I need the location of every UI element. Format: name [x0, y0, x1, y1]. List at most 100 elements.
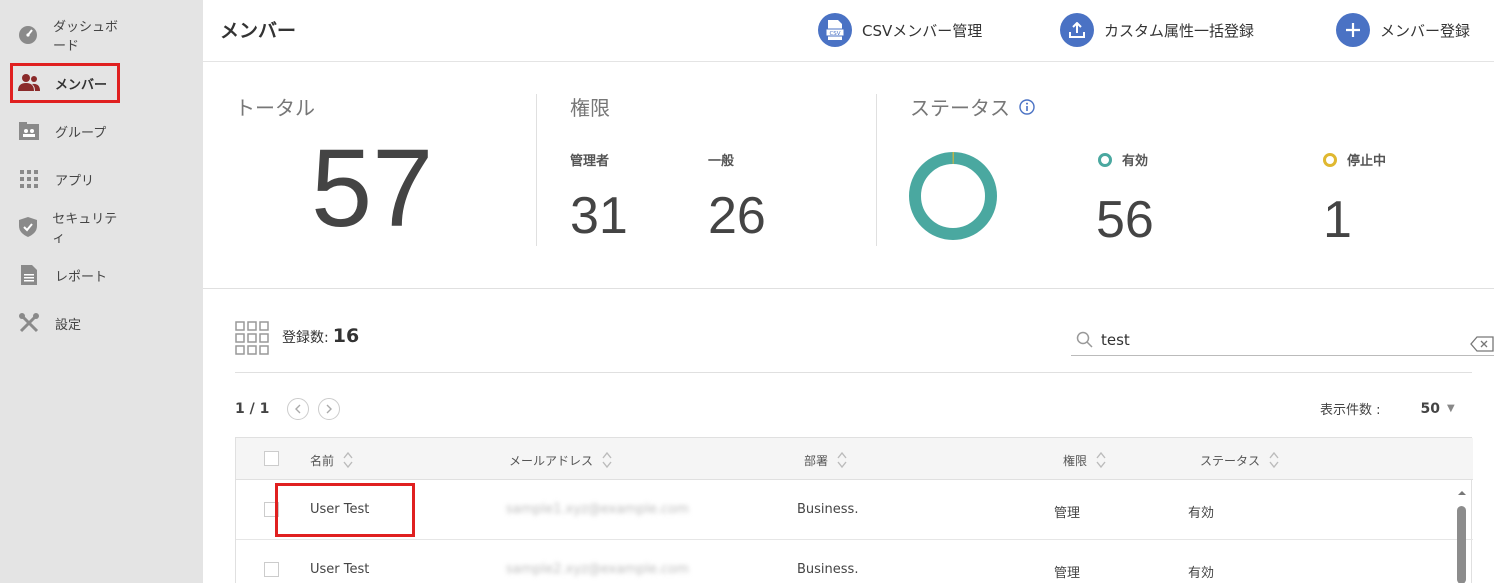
status-label: ステータス	[910, 96, 1010, 120]
add-member-label: メンバー登録	[1380, 21, 1471, 40]
sidebar-item-settings[interactable]: 設定	[10, 303, 120, 343]
sidebar-item-label: アプリ	[55, 173, 95, 189]
sort-icon	[342, 451, 354, 469]
clear-search-icon[interactable]	[1470, 335, 1494, 352]
member-email: sample1.xyz@example.com	[506, 502, 689, 517]
member-status: 有効	[1188, 566, 1215, 581]
status-donut-chart	[909, 152, 997, 240]
active-legend: 有効	[1098, 150, 1148, 169]
sidebar-item-label: セキュリティ	[52, 212, 118, 246]
sidebar-item-security[interactable]: セキュリティ	[10, 207, 120, 247]
active-label: 有効	[1122, 154, 1149, 169]
divider	[536, 94, 537, 246]
search-input[interactable]	[1101, 330, 1431, 349]
divider	[235, 372, 1472, 373]
col-status[interactable]: ステータス	[1200, 451, 1280, 469]
search-icon	[1076, 331, 1093, 348]
tools-icon	[18, 312, 40, 334]
donut-active-ring	[909, 152, 997, 240]
col-email[interactable]: メールアドレス	[509, 451, 613, 469]
registered-count-label: 登録数:	[282, 330, 329, 346]
col-name-label: 名前	[310, 453, 335, 468]
highlight-box	[275, 483, 415, 537]
caret-down-icon: ▼	[1447, 403, 1455, 414]
dashboard-icon	[18, 24, 38, 46]
scroll-up-icon[interactable]	[1454, 488, 1470, 498]
total-label: トータル	[235, 96, 315, 120]
csv-icon: CSV	[818, 13, 852, 47]
sidebar-item-dashboard[interactable]: ダッシュボード	[10, 15, 120, 55]
sort-icon	[1095, 451, 1107, 469]
sort-icon	[836, 451, 848, 469]
add-member-button[interactable]: メンバー登録	[1336, 12, 1470, 48]
per-page-selector[interactable]: 表示件数 : 50 ▼	[1320, 399, 1455, 419]
custom-attr-upload-button[interactable]: カスタム属性一括登録	[1060, 12, 1254, 48]
sidebar-item-label: メンバー	[55, 77, 108, 93]
custom-attr-upload-label: カスタム属性一括登録	[1104, 21, 1255, 40]
table-row[interactable]: User Test sample1.xyz@example.com Busine…	[236, 480, 1473, 540]
members-icon	[18, 72, 40, 94]
sort-icon	[601, 451, 613, 469]
member-department: Business.	[797, 562, 859, 577]
col-role[interactable]: 権限	[1063, 451, 1107, 469]
total-value: 57	[311, 127, 434, 250]
admin-value: 31	[570, 187, 628, 245]
scrollbar-thumb[interactable]	[1457, 506, 1466, 583]
sidebar-item-apps[interactable]: アプリ	[10, 159, 120, 199]
stats-panel: トータル 57 権限 管理者 31 一般 26 ステータス 有効 56 停止中 …	[203, 62, 1494, 289]
col-email-label: メールアドレス	[509, 453, 594, 468]
sidebar-item-members[interactable]: メンバー	[10, 63, 120, 103]
members-table: 名前 メールアドレス 部署 権限 ステータス User Test sample1…	[235, 437, 1473, 583]
csv-member-label: CSVメンバー管理	[862, 21, 983, 40]
sidebar-item-groups[interactable]: グループ	[10, 111, 120, 151]
general-label: 一般	[708, 154, 735, 169]
upload-icon	[1060, 13, 1094, 47]
pagination: 1 / 1	[235, 398, 341, 420]
report-icon	[18, 264, 40, 286]
general-value: 26	[708, 187, 766, 245]
divider	[876, 94, 877, 246]
col-department-label: 部署	[804, 453, 829, 468]
suspended-dot-icon	[1323, 152, 1337, 167]
registered-count: 登録数: 16	[282, 325, 359, 347]
registered-count-value: 16	[332, 325, 360, 347]
info-icon[interactable]	[1019, 98, 1035, 115]
header: メンバー CSV CSVメンバー管理 カスタム属性一括登録 メンバー登録	[203, 0, 1494, 62]
grid-view-icon[interactable]	[235, 321, 269, 355]
sidebar-item-label: 設定	[55, 317, 82, 333]
member-role: 管理	[1054, 566, 1081, 581]
apps-icon	[18, 168, 40, 190]
table-row[interactable]: User Test sample2.xyz@example.com Busine…	[236, 540, 1473, 583]
col-department[interactable]: 部署	[804, 451, 848, 469]
per-page-value: 50	[1420, 400, 1440, 417]
member-email: sample2.xyz@example.com	[506, 562, 689, 577]
status-heading: ステータス	[910, 92, 1035, 121]
suspended-label: 停止中	[1347, 154, 1387, 169]
col-role-label: 権限	[1063, 453, 1088, 468]
sidebar-item-reports[interactable]: レポート	[10, 255, 120, 295]
page-indicator: 1 / 1	[235, 401, 270, 417]
col-name[interactable]: 名前	[310, 451, 354, 469]
select-all-checkbox[interactable]	[264, 451, 279, 466]
shield-icon	[18, 216, 37, 238]
csv-member-button[interactable]: CSV CSVメンバー管理	[818, 12, 982, 48]
main-content: メンバー CSV CSVメンバー管理 カスタム属性一括登録 メンバー登録 トータ…	[203, 0, 1494, 583]
sidebar-item-label: ダッシュボード	[53, 20, 119, 54]
group-icon	[18, 120, 40, 142]
suspended-value: 1	[1323, 191, 1352, 249]
member-status: 有効	[1188, 506, 1215, 521]
search-box	[1071, 324, 1494, 356]
svg-text:CSV: CSV	[829, 31, 840, 37]
sidebar-item-label: レポート	[55, 269, 108, 285]
sort-icon	[1268, 451, 1280, 469]
suspended-legend: 停止中	[1323, 150, 1386, 169]
active-value: 56	[1096, 191, 1154, 249]
col-status-label: ステータス	[1200, 453, 1261, 468]
member-role: 管理	[1054, 506, 1081, 521]
row-checkbox[interactable]	[264, 562, 279, 577]
active-dot-icon	[1098, 152, 1112, 167]
admin-label: 管理者	[570, 154, 610, 169]
prev-page-button[interactable]	[287, 398, 310, 420]
next-page-button[interactable]	[318, 398, 341, 420]
member-name[interactable]: User Test	[310, 562, 369, 577]
